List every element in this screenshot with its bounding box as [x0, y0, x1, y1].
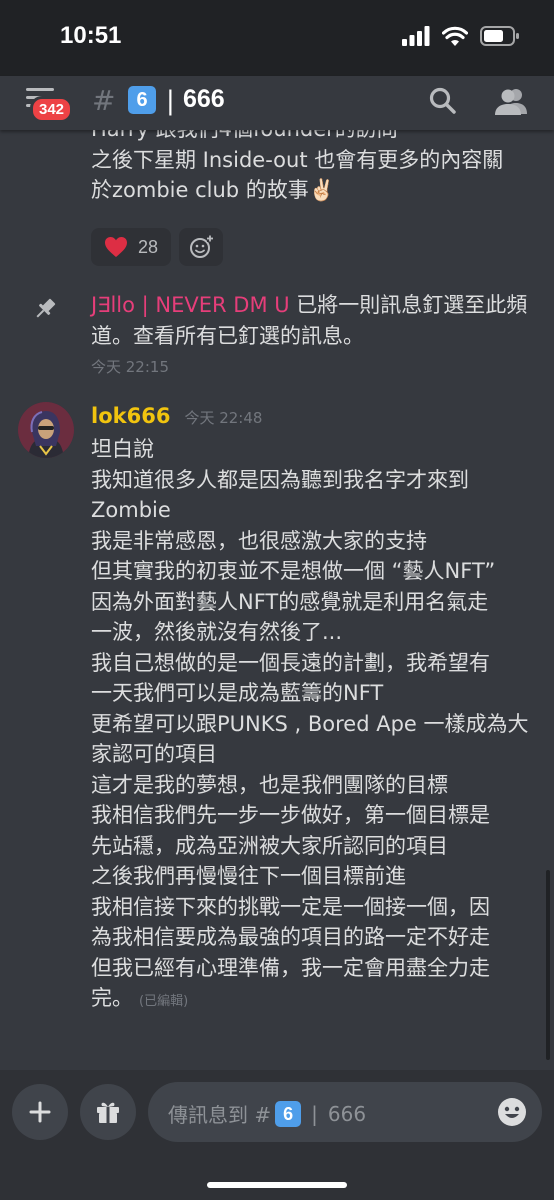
post-timestamp: 今天 22:48 [184, 409, 263, 427]
pin-notice-text: J∃llo | NEVER DM U 已將一則訊息釘選至此頻道。查看所有已釘選的… [91, 290, 535, 351]
status-time: 10:51 [60, 22, 122, 49]
reactions-row: 28 [91, 228, 223, 266]
channel-keycap-emoji: 6 [128, 86, 156, 114]
add-attachment-button[interactable] [12, 1084, 68, 1140]
message-composer: 傳訊息到 # 6 | 666 [0, 1070, 554, 1200]
avatar[interactable] [18, 402, 74, 458]
message-input-placeholder: 傳訊息到 # 6 | 666 [168, 1099, 366, 1128]
scrollbar[interactable] [546, 870, 550, 1060]
cellular-signal-icon [402, 26, 430, 46]
battery-icon [480, 26, 519, 46]
status-bar: 10:51 [0, 0, 554, 76]
members-icon[interactable] [494, 86, 528, 116]
placeholder-channel: 666 [327, 1101, 367, 1126]
plus-icon [29, 1101, 51, 1123]
reaction-count: 28 [137, 236, 159, 257]
add-reaction-icon [190, 235, 213, 258]
search-icon[interactable] [428, 86, 458, 116]
heart-icon [104, 237, 127, 257]
placeholder-prefix: 傳訊息到 # [168, 1103, 272, 1127]
avatar-image [18, 402, 74, 458]
message-input[interactable]: 傳訊息到 # 6 | 666 [148, 1082, 542, 1142]
gift-icon [97, 1102, 119, 1123]
post-body: 坦白說 我知道很多人都是因為聽到我名字才來到 Zombie 我是非常感恩，也很感… [91, 434, 539, 1018]
gift-button[interactable] [80, 1084, 136, 1140]
status-icons [402, 26, 520, 46]
previous-message-text: Harry 跟我們4個founder的訪問 之後下星期 Inside-out 也… [91, 130, 504, 202]
wifi-icon [442, 26, 468, 46]
channel-hash-icon: # [92, 84, 116, 117]
emoji-icon[interactable] [496, 1096, 528, 1128]
message-list[interactable]: Harry 跟我們4個founder的訪問 之後下星期 Inside-out 也… [0, 130, 554, 1070]
pin-icon [36, 298, 56, 318]
mention-badge: 342 [30, 96, 74, 123]
author-line: lok666 今天 22:48 [91, 404, 262, 428]
author-name[interactable]: lok666 [91, 404, 170, 428]
channel-name[interactable]: 666 [183, 85, 225, 114]
post-body-text: 坦白說 我知道很多人都是因為聽到我名字才來到 Zombie 我是非常感恩，也很感… [91, 437, 529, 1010]
placeholder-divider: | [311, 1101, 318, 1126]
home-indicator[interactable] [207, 1182, 347, 1188]
edited-label: (已編輯) [139, 994, 189, 1009]
pin-timestamp: 今天 22:15 [91, 358, 169, 376]
placeholder-keycap-emoji: 6 [275, 1100, 302, 1127]
pin-author[interactable]: J∃llo | NEVER DM U [91, 293, 290, 317]
reaction-heart[interactable]: 28 [91, 228, 171, 266]
channel-header: 342 # 6 | 666 [0, 76, 554, 130]
add-reaction-button[interactable] [179, 228, 223, 266]
channel-divider: | [166, 86, 175, 116]
